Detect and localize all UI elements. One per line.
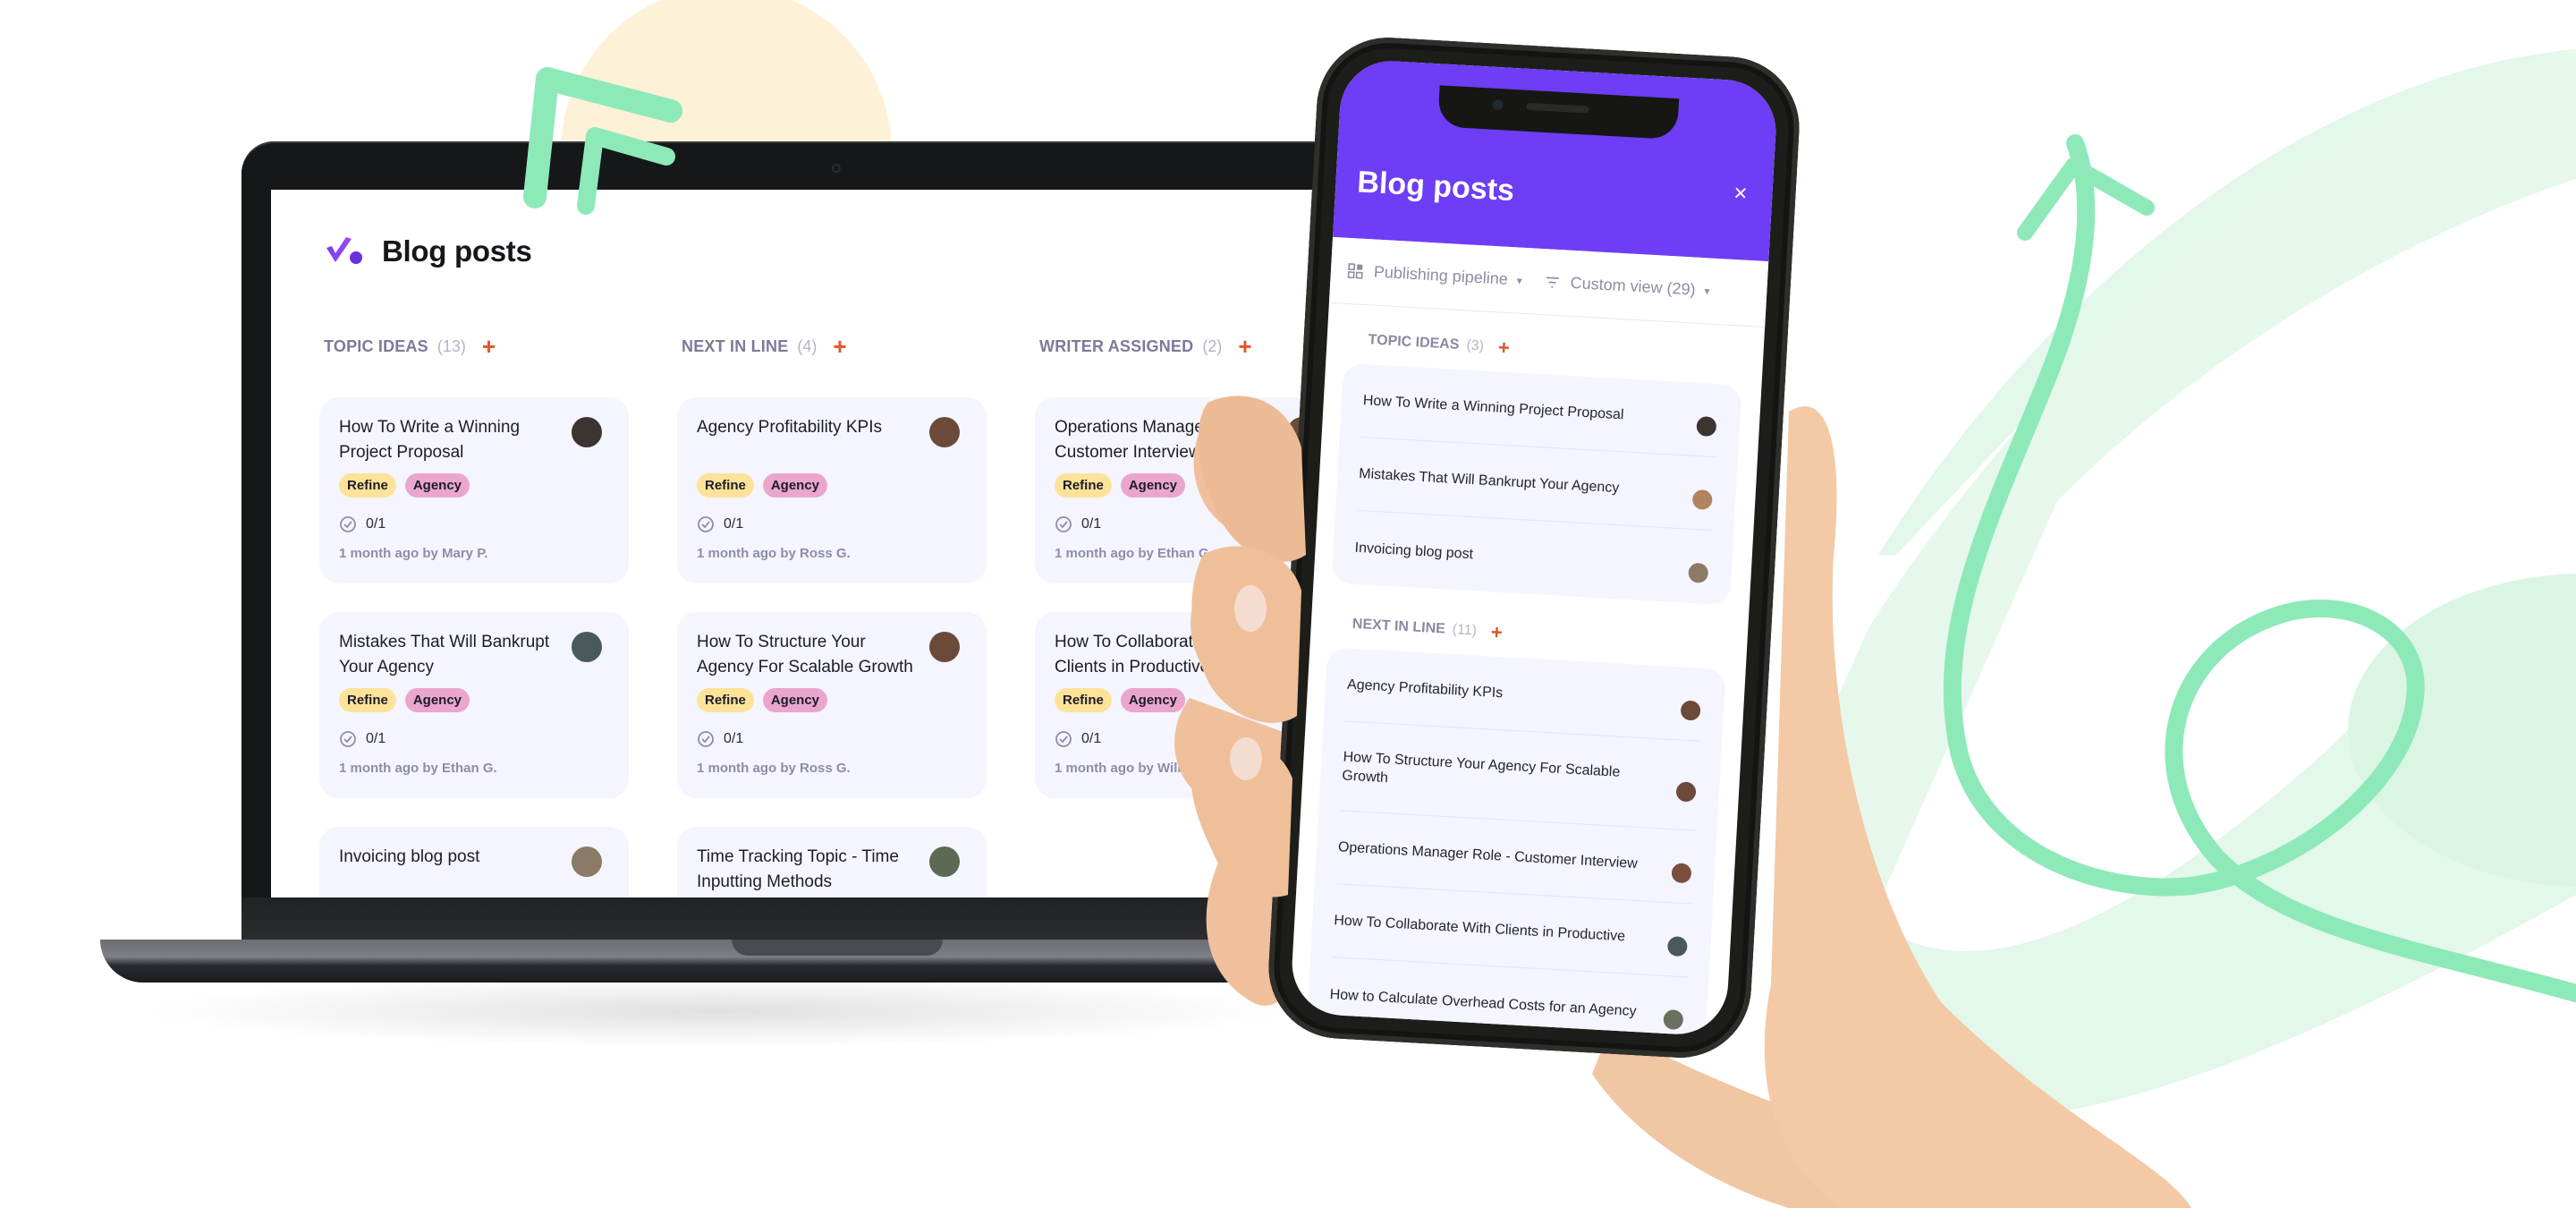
avatar [1663,1008,1684,1031]
chevron-down-icon: ▾ [1516,273,1523,287]
pipeline-dropdown[interactable]: Publishing pipeline ▾ [1346,261,1522,290]
phone-device: Blog posts × Publishing pipeline ▾ Custo… [1265,33,1803,1062]
pipeline-label: Publishing pipeline [1373,262,1509,288]
section-count: (11) [1452,622,1478,639]
close-icon[interactable]: × [1733,179,1748,208]
phone-section-header: NEXT IN LINE (11) + [1352,613,1503,644]
avatar [1691,489,1713,510]
list-item-title: How To Collaborate With Clients in Produ… [1333,913,1626,945]
section-name: TOPIC IDEAS [1368,332,1460,353]
filter-icon [1546,276,1560,288]
list-item-title: Agency Profitability KPIs [1346,676,1504,702]
phone-section-list: Agency Profitability KPIs How To Structu… [1306,647,1726,1037]
custom-view-dropdown[interactable]: Custom view (29) ▾ [1543,272,1710,300]
list-item-title: How to Calculate Overhead Costs for an A… [1329,986,1638,1019]
custom-view-label: Custom view (29) [1570,273,1697,299]
phone-section-header: TOPIC IDEAS (3) + [1368,328,1510,360]
section-count: (3) [1465,337,1485,354]
phone-camera [1492,98,1504,111]
list-item-title: How To Write a Winning Project Proposal [1362,393,1624,423]
phone-header-bar: Blog posts × [1333,58,1779,262]
list-item-title: Operations Manager Role - Customer Inter… [1337,839,1639,872]
add-item-button[interactable]: + [1497,336,1510,360]
section-name: NEXT IN LINE [1352,616,1446,637]
board-grid-icon [1347,262,1363,279]
chevron-down-icon: ▾ [1704,284,1710,298]
list-item-title: Invoicing blog post [1354,540,1474,562]
phone-page-title: Blog posts [1356,165,1515,208]
add-item-button[interactable]: + [1490,620,1503,644]
avatar [1666,935,1688,957]
avatar [1675,780,1697,803]
avatar [1680,699,1701,721]
list-item-title: How To Structure Your Agency For Scalabl… [1341,748,1621,786]
phone-screen: Blog posts × Publishing pipeline ▾ Custo… [1289,58,1779,1037]
list-item-title: Mistakes That Will Bankrupt Your Agency [1358,465,1620,497]
avatar [1688,562,1709,583]
avatar [1671,862,1692,883]
phone-section-list: How To Write a Winning Project Proposal … [1331,362,1742,606]
phone-speaker [1526,102,1589,114]
avatar [1696,415,1717,437]
